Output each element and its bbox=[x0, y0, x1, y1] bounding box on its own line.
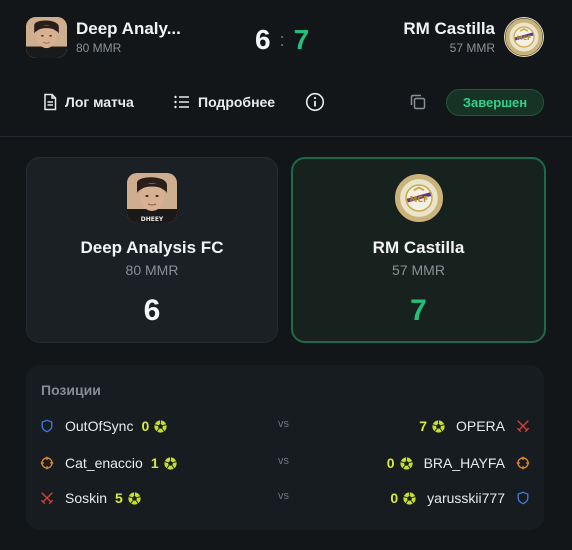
details-label: Подробнее bbox=[198, 94, 276, 110]
status-badge: Завершен bbox=[446, 89, 544, 116]
team-b-card-score: 7 bbox=[410, 294, 427, 327]
details-button[interactable]: Подробнее bbox=[173, 90, 275, 114]
right-player[interactable]: 0 BRA_HAYFA bbox=[387, 452, 530, 474]
crosshair-icon bbox=[40, 456, 54, 470]
player-goals: 0 bbox=[386, 455, 395, 471]
team-b-card-name: RM Castilla bbox=[372, 238, 465, 257]
right-player[interactable]: 7 OPERA bbox=[419, 415, 530, 437]
team-a-mmr: 80 MMR bbox=[76, 41, 122, 55]
left-player[interactable]: Cat_enaccio 1 bbox=[40, 452, 178, 474]
ball-icon bbox=[163, 456, 178, 471]
divider bbox=[0, 136, 572, 137]
swords-icon bbox=[40, 491, 54, 505]
ball-icon bbox=[402, 491, 417, 506]
match-log-button[interactable]: Лог матча bbox=[42, 90, 134, 114]
swords-icon bbox=[516, 419, 530, 433]
player-name: yarusskii777 bbox=[427, 490, 505, 506]
team-a-card-avatar: DHEEY bbox=[127, 173, 177, 223]
scoreline: 6 : 7 bbox=[255, 24, 309, 56]
team-a-card[interactable]: DHEEY Deep Analysis FC 80 MMR 6 bbox=[26, 157, 278, 343]
positions-panel: Позиции OutOfSync 0 vs 7 OPERA Cat_enacc… bbox=[26, 365, 544, 530]
player-name: Cat_enaccio bbox=[65, 455, 143, 471]
match-header: Deep Analy... 80 MMR 6 : 7 RM Castilla 5… bbox=[0, 0, 572, 76]
player-goals: 0 bbox=[390, 490, 399, 506]
player-name: BRA_HAYFA bbox=[423, 455, 505, 471]
player-goals: 5 bbox=[115, 490, 123, 506]
team-a-score: 6 bbox=[255, 24, 271, 55]
team-a-card-score: 6 bbox=[143, 294, 161, 327]
player-goals: 7 bbox=[419, 418, 427, 434]
positions-title: Позиции bbox=[41, 382, 101, 398]
avatar-shirt-text: DHEEY bbox=[141, 216, 164, 223]
team-a-avatar bbox=[26, 17, 67, 58]
ball-icon bbox=[399, 456, 414, 471]
position-row: OutOfSync 0 vs 7 OPERA bbox=[26, 415, 544, 437]
list-icon bbox=[174, 95, 189, 109]
ball-icon bbox=[153, 419, 168, 434]
player-name: Soskin bbox=[65, 490, 108, 506]
vs-label: vs bbox=[278, 490, 289, 502]
team-a-card-name: Deep Analysis FC bbox=[80, 238, 224, 257]
info-icon[interactable] bbox=[305, 92, 325, 112]
document-icon bbox=[44, 93, 57, 111]
match-log-label: Лог матча bbox=[65, 94, 134, 110]
team-b-name: RM Castilla bbox=[403, 18, 495, 38]
vs-label: vs bbox=[278, 455, 289, 467]
team-b-card-mmr: 57 MMR bbox=[392, 262, 445, 278]
team-b-card[interactable]: RM Castilla 57 MMR 7 bbox=[291, 157, 546, 343]
ball-icon bbox=[127, 491, 142, 506]
ball-icon bbox=[431, 419, 446, 434]
left-player[interactable]: Soskin 5 bbox=[40, 487, 142, 509]
team-a-name: Deep Analy... bbox=[76, 19, 181, 38]
shield-icon bbox=[516, 491, 530, 505]
team-b-score: 7 bbox=[293, 24, 310, 55]
position-row: Cat_enaccio 1 vs 0 BRA_HAYFA bbox=[26, 452, 544, 474]
team-b-mmr: 57 MMR bbox=[449, 40, 495, 55]
right-player[interactable]: 0 yarusskii777 bbox=[390, 487, 530, 509]
match-toolbar: Лог матча Подробнее Завершен bbox=[0, 84, 572, 122]
copy-icon[interactable] bbox=[408, 92, 428, 112]
left-player[interactable]: OutOfSync 0 bbox=[40, 415, 168, 437]
player-name: OPERA bbox=[455, 418, 505, 434]
player-name: OutOfSync bbox=[65, 418, 134, 434]
crosshair-icon bbox=[516, 456, 530, 470]
position-row: Soskin 5 vs 0 yarusskii777 bbox=[26, 487, 544, 509]
team-b-header[interactable]: RM Castilla 57 MMR bbox=[403, 17, 544, 57]
team-a-card-mmr: 80 MMR bbox=[125, 262, 179, 278]
team-b-crest bbox=[504, 17, 544, 57]
team-a-header[interactable]: Deep Analy... 80 MMR bbox=[26, 17, 181, 58]
score-separator: : bbox=[279, 30, 285, 50]
player-goals: 0 bbox=[141, 418, 150, 434]
vs-label: vs bbox=[278, 418, 289, 430]
team-b-card-crest bbox=[393, 172, 445, 224]
shield-icon bbox=[40, 419, 54, 433]
player-goals: 1 bbox=[150, 455, 159, 471]
